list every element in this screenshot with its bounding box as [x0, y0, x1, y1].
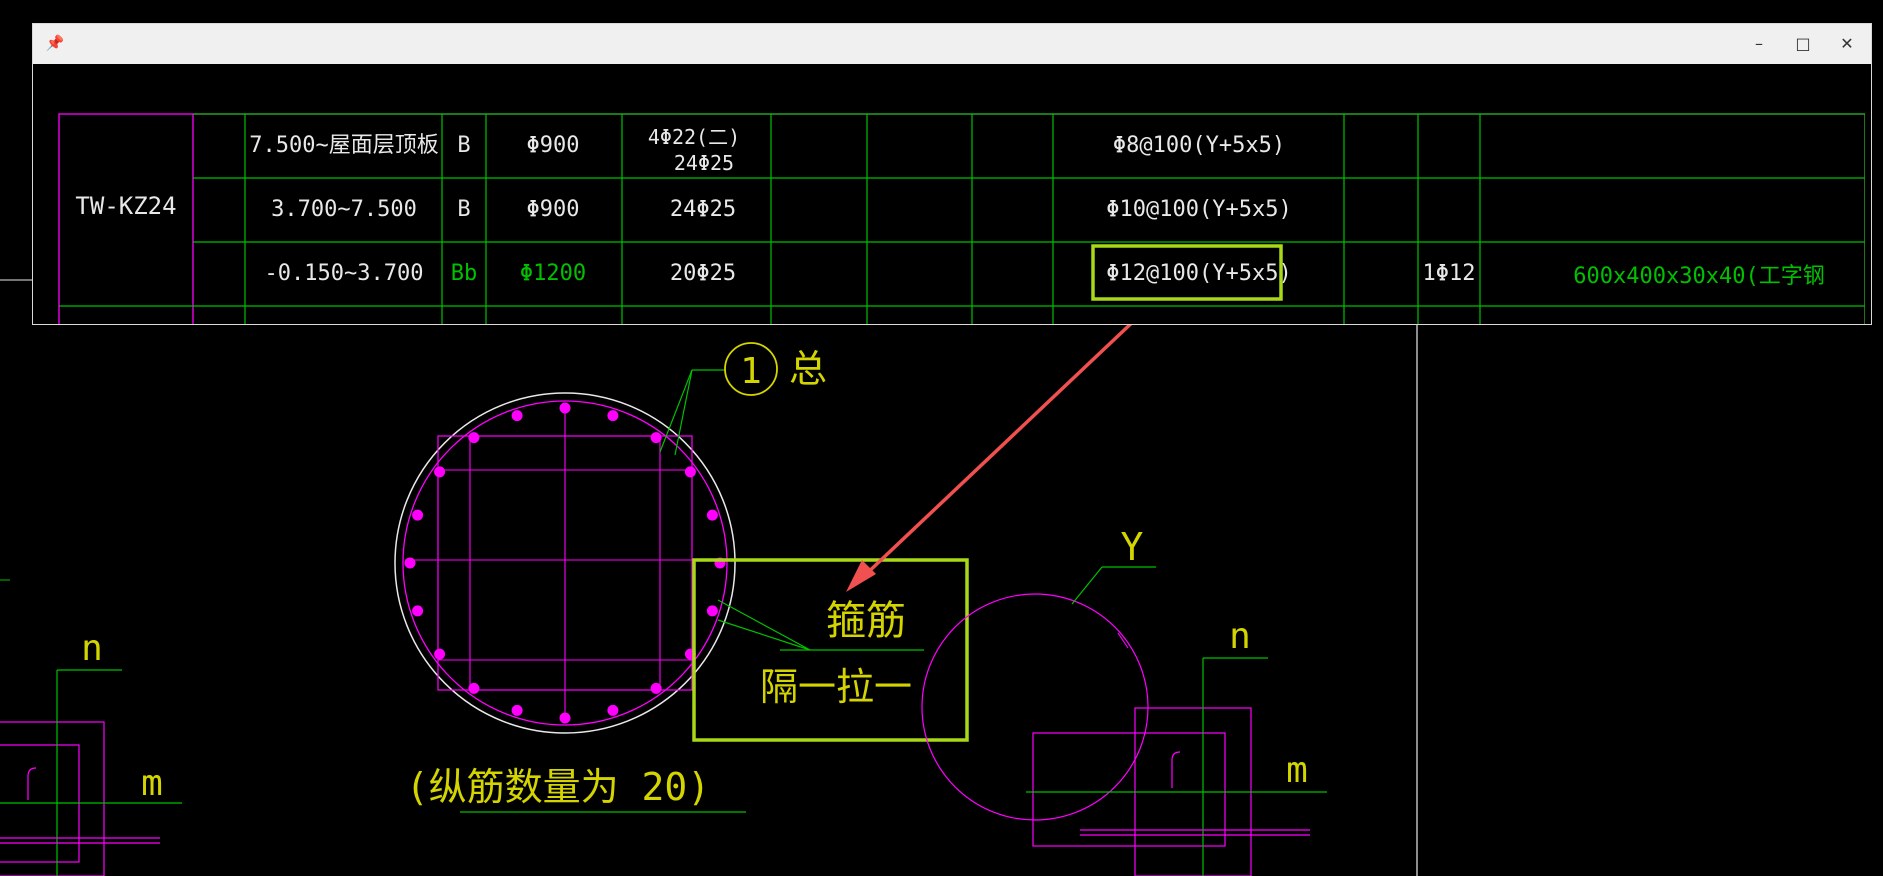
rebar-dot: [468, 432, 480, 444]
row-bars: 20Φ25: [670, 261, 736, 286]
rebar-dot: [559, 402, 571, 414]
label-y: Y: [1121, 525, 1144, 569]
rebar-dot: [706, 509, 718, 521]
rebar-dot: [412, 605, 424, 617]
row-bars: 24Φ25: [670, 197, 736, 222]
rebar-dot: [684, 466, 696, 478]
window-titlebar[interactable]: 📌 – □ ✕: [33, 24, 1871, 64]
annotation-arrow: [846, 315, 1140, 592]
row-elevation: 3.700~7.500: [271, 197, 417, 222]
column-table-view: TW-KZ24 7.500~屋面层顶板 B Φ900 4Φ22(二) 24Φ25 Φ8@1…: [39, 64, 1865, 324]
row-stirrup: Φ12@100(Y+5x5): [1106, 261, 1291, 286]
rebar-dot: [559, 712, 571, 724]
bar-count-note: (纵筋数量为 20): [406, 765, 710, 809]
detail-y-circle: Y: [921, 525, 1156, 821]
pin-icon[interactable]: 📌: [44, 32, 66, 54]
rebar-dot: [468, 682, 480, 694]
maximize-icon[interactable]: □: [1783, 27, 1823, 61]
rebar-dot: [434, 466, 446, 478]
row-diameter: Φ900: [527, 197, 580, 222]
table-window[interactable]: 📌 – □ ✕ TW-KZ24 7.500~屋面层顶板 B Φ900 4Φ22(二) 2…: [32, 23, 1872, 325]
y-circle: [921, 593, 1149, 821]
label-n-right: n: [1229, 616, 1251, 657]
column-id: TW-KZ24: [75, 192, 176, 220]
row-extra: 1Φ12: [1423, 261, 1476, 286]
rebar-dot: [404, 557, 416, 569]
detail-nm-right: n m: [1026, 616, 1327, 876]
row-type: B: [457, 197, 470, 222]
minimize-icon[interactable]: –: [1739, 27, 1779, 61]
label-m-right: m: [1286, 750, 1308, 791]
row-steel: 600x400x30x40(工字钢: [1573, 264, 1824, 289]
rebar-dot: [412, 509, 424, 521]
rebar-dot: [650, 682, 662, 694]
row-type: Bb: [451, 261, 478, 286]
y-leader: [1071, 566, 1103, 605]
close-icon[interactable]: ✕: [1827, 27, 1867, 61]
callout-number: 1: [740, 351, 762, 392]
row-stirrup: Φ10@100(Y+5x5): [1106, 197, 1291, 222]
label-m-left: m: [141, 763, 163, 804]
rebar-dot: [511, 704, 523, 716]
rebar-dot: [511, 410, 523, 422]
rebar-dot: [434, 648, 446, 660]
column-table: TW-KZ24 7.500~屋面层顶板 B Φ900 4Φ22(二)24Φ25Φ8@1…: [58, 113, 1865, 324]
rebar-dot: [607, 410, 619, 422]
cad-canvas[interactable]: 1 总 箍筋 隔一拉一 (纵筋数量为 20) Y n m n m 📌 – □ ✕…: [0, 0, 1883, 876]
row-stirrup: Φ8@100(Y+5x5): [1113, 133, 1285, 158]
rebar-dot: [706, 605, 718, 617]
row-elevation: 7.500~屋面层顶板: [249, 133, 438, 158]
detail-nm-left: n m: [0, 628, 182, 876]
row-bars-line1: 4Φ22(二): [648, 125, 740, 149]
row-diameter: Φ900: [527, 133, 580, 158]
label-n-left: n: [81, 628, 103, 669]
row-elevation: -0.150~3.700: [265, 261, 424, 286]
row-diameter: Φ1200: [520, 261, 586, 286]
leader-line-1: [659, 369, 693, 453]
row-bars-line2: 24Φ25: [674, 151, 734, 175]
row-type: B: [457, 133, 470, 158]
rebar-dot: [607, 704, 619, 716]
tie-label: 隔一拉一: [760, 665, 912, 709]
callout-suffix: 总: [789, 347, 827, 391]
leader-line-2: [674, 369, 693, 456]
stirrup-label: 箍筋: [826, 598, 906, 644]
rebar-dot: [650, 432, 662, 444]
